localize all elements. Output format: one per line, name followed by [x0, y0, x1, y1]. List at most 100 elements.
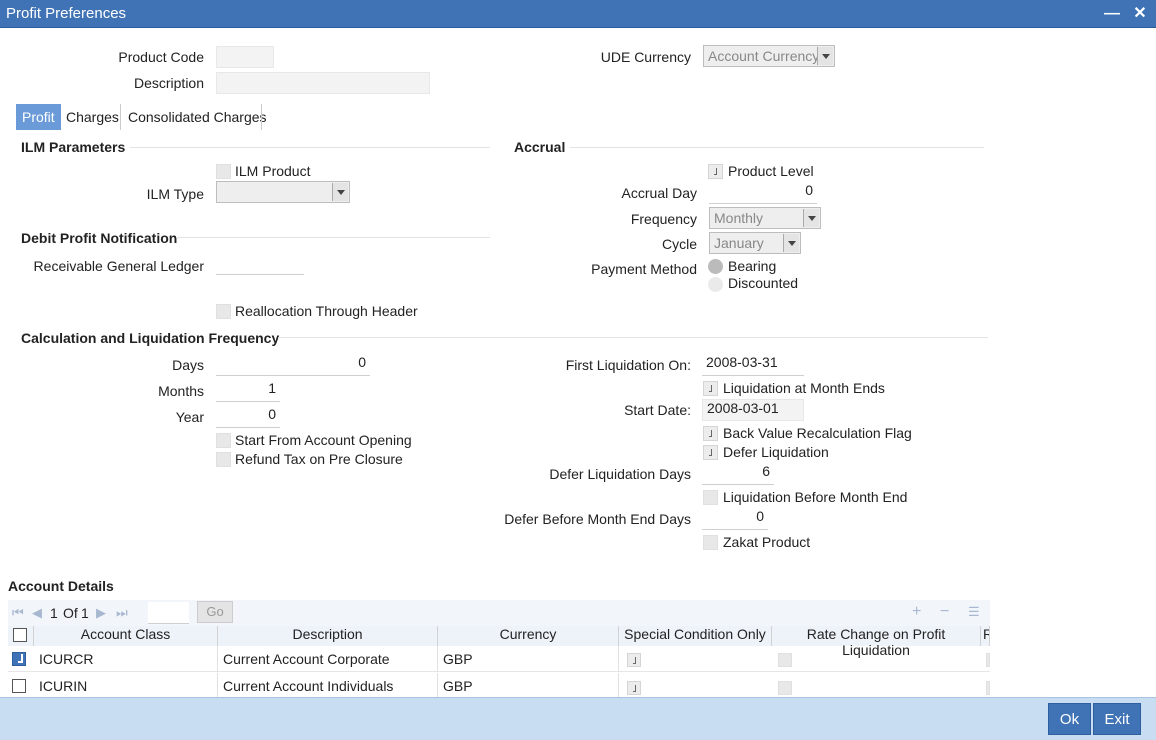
description-label: Description	[133, 75, 204, 91]
year-input[interactable]: 0	[216, 406, 280, 428]
chevron-down-icon	[803, 209, 819, 227]
start-from-opening-checkbox[interactable]	[216, 433, 231, 448]
grid-pager: ⏮ ◀ 1 Of 1 ▶ ⏭ Go + − ☰	[8, 600, 990, 626]
next-page-icon[interactable]: ▶	[96, 605, 106, 621]
accrual-day-input[interactable]: 0	[709, 182, 817, 204]
select-all-checkbox[interactable]	[13, 628, 27, 642]
col-description[interactable]: Description	[218, 626, 438, 646]
rate-change-checkbox[interactable]	[778, 653, 792, 667]
ilm-parameters-title: ILM Parameters	[21, 139, 126, 155]
col-special-condition[interactable]: Special Condition Only	[619, 626, 772, 646]
liq-month-ends-label: Liquidation at Month Ends	[723, 380, 885, 396]
first-liquidation-input[interactable]: 2008-03-31	[702, 354, 804, 376]
truncated-checkbox[interactable]	[986, 653, 990, 667]
receivable-gl-label: Receivable General Ledger	[33, 258, 204, 274]
rate-change-checkbox[interactable]	[778, 681, 792, 695]
currency-cell: GBP	[438, 673, 619, 699]
tab-charges[interactable]: Charges	[60, 104, 125, 130]
special-condition-checkbox[interactable]	[627, 681, 641, 695]
chevron-down-icon	[332, 183, 348, 201]
months-input[interactable]: 1	[216, 380, 280, 402]
page-of-label: Of	[63, 605, 78, 621]
frequency-value: Monthly	[714, 210, 764, 226]
ilm-type-label: ILM Type	[146, 186, 204, 202]
go-button[interactable]: Go	[197, 601, 233, 623]
section-divider	[130, 147, 490, 148]
year-label: Year	[175, 409, 204, 425]
days-input[interactable]: 0	[216, 354, 370, 376]
currency-cell: GBP	[438, 646, 619, 672]
remove-row-icon[interactable]: −	[940, 603, 949, 621]
section-divider	[176, 237, 490, 238]
last-page-icon[interactable]: ⏭	[116, 605, 128, 621]
ok-button[interactable]: Ok	[1048, 703, 1091, 735]
row-select-checkbox[interactable]	[12, 679, 26, 693]
receivable-gl-input[interactable]	[216, 253, 304, 275]
exit-button[interactable]: Exit	[1093, 703, 1141, 735]
start-from-opening-label: Start From Account Opening	[235, 432, 412, 448]
tab-profit[interactable]: Profit	[16, 104, 61, 130]
add-row-icon[interactable]: +	[912, 603, 921, 621]
defer-liq-days-input[interactable]: 6	[702, 463, 774, 485]
footer-bar	[0, 697, 1156, 740]
start-date-label: Start Date:	[624, 402, 691, 418]
defer-before-month-end-label: Defer Before Month End Days	[504, 511, 691, 527]
refund-tax-checkbox[interactable]	[216, 452, 231, 467]
payment-method-label: Payment Method	[591, 261, 697, 277]
truncated-checkbox[interactable]	[986, 681, 990, 695]
cycle-select[interactable]: January	[709, 232, 801, 254]
back-value-checkbox[interactable]	[703, 426, 718, 441]
debit-profit-notification-title: Debit Profit Notification	[21, 230, 178, 246]
start-date-input[interactable]: 2008-03-01	[702, 399, 804, 421]
tab-divider	[261, 104, 262, 130]
liq-month-ends-checkbox[interactable]	[703, 381, 718, 396]
close-icon[interactable]: ✕	[1130, 4, 1150, 24]
accrual-day-label: Accrual Day	[621, 185, 697, 201]
accrual-title: Accrual	[514, 139, 566, 155]
description-input[interactable]	[216, 72, 430, 94]
page-number-input[interactable]	[148, 602, 189, 624]
liq-before-month-end-checkbox[interactable]	[703, 490, 718, 505]
section-divider	[570, 147, 984, 148]
back-value-label: Back Value Recalculation Flag	[723, 425, 912, 441]
first-liquidation-label: First Liquidation On:	[565, 357, 691, 373]
description-cell: Current Account Corporate	[218, 646, 438, 672]
product-code-input[interactable]	[216, 46, 274, 68]
ilm-product-checkbox[interactable]	[216, 164, 231, 179]
previous-page-icon[interactable]: ◀	[32, 605, 42, 621]
ilm-type-select[interactable]	[216, 181, 350, 203]
col-rate-change[interactable]: Rate Change on Profit Liquidation	[772, 626, 981, 658]
product-level-checkbox[interactable]	[708, 164, 723, 179]
single-view-icon[interactable]: ☰	[968, 604, 980, 620]
bearing-label: Bearing	[728, 258, 777, 274]
chevron-down-icon	[783, 234, 799, 252]
title-bar: Profit Preferences — ✕	[0, 0, 1156, 28]
bearing-radio[interactable]	[708, 259, 723, 274]
ude-currency-select[interactable]: Account Currency	[703, 45, 835, 67]
discounted-radio[interactable]	[708, 277, 723, 292]
days-label: Days	[172, 357, 204, 373]
first-page-icon[interactable]: ⏮	[12, 605, 24, 621]
select-all-cell	[8, 626, 34, 646]
tab-divider	[120, 104, 121, 130]
col-account-class[interactable]: Account Class	[34, 626, 218, 646]
discounted-label: Discounted	[728, 275, 799, 291]
minimize-icon[interactable]: —	[1102, 4, 1122, 24]
defer-liquidation-checkbox[interactable]	[703, 445, 718, 460]
refund-tax-label: Refund Tax on Pre Closure	[235, 451, 403, 467]
defer-before-month-end-input[interactable]: 0	[702, 508, 768, 530]
frequency-select[interactable]: Monthly	[709, 207, 821, 229]
tab-consolidated-charges[interactable]: Consolidated Charges	[122, 104, 273, 130]
cycle-value: January	[714, 235, 764, 251]
special-condition-checkbox[interactable]	[627, 653, 641, 667]
reallocation-checkbox[interactable]	[216, 304, 231, 319]
zakat-product-checkbox[interactable]	[703, 535, 718, 550]
current-page: 1	[50, 605, 58, 621]
row-select-checkbox[interactable]	[12, 652, 26, 666]
col-truncated[interactable]: R	[981, 626, 990, 646]
defer-liquidation-label: Defer Liquidation	[723, 444, 829, 460]
ude-currency-value: Account Currency	[708, 48, 820, 64]
account-class-cell: ICURCR	[34, 646, 218, 672]
col-currency[interactable]: Currency	[438, 626, 619, 646]
window-title: Profit Preferences	[6, 5, 127, 22]
